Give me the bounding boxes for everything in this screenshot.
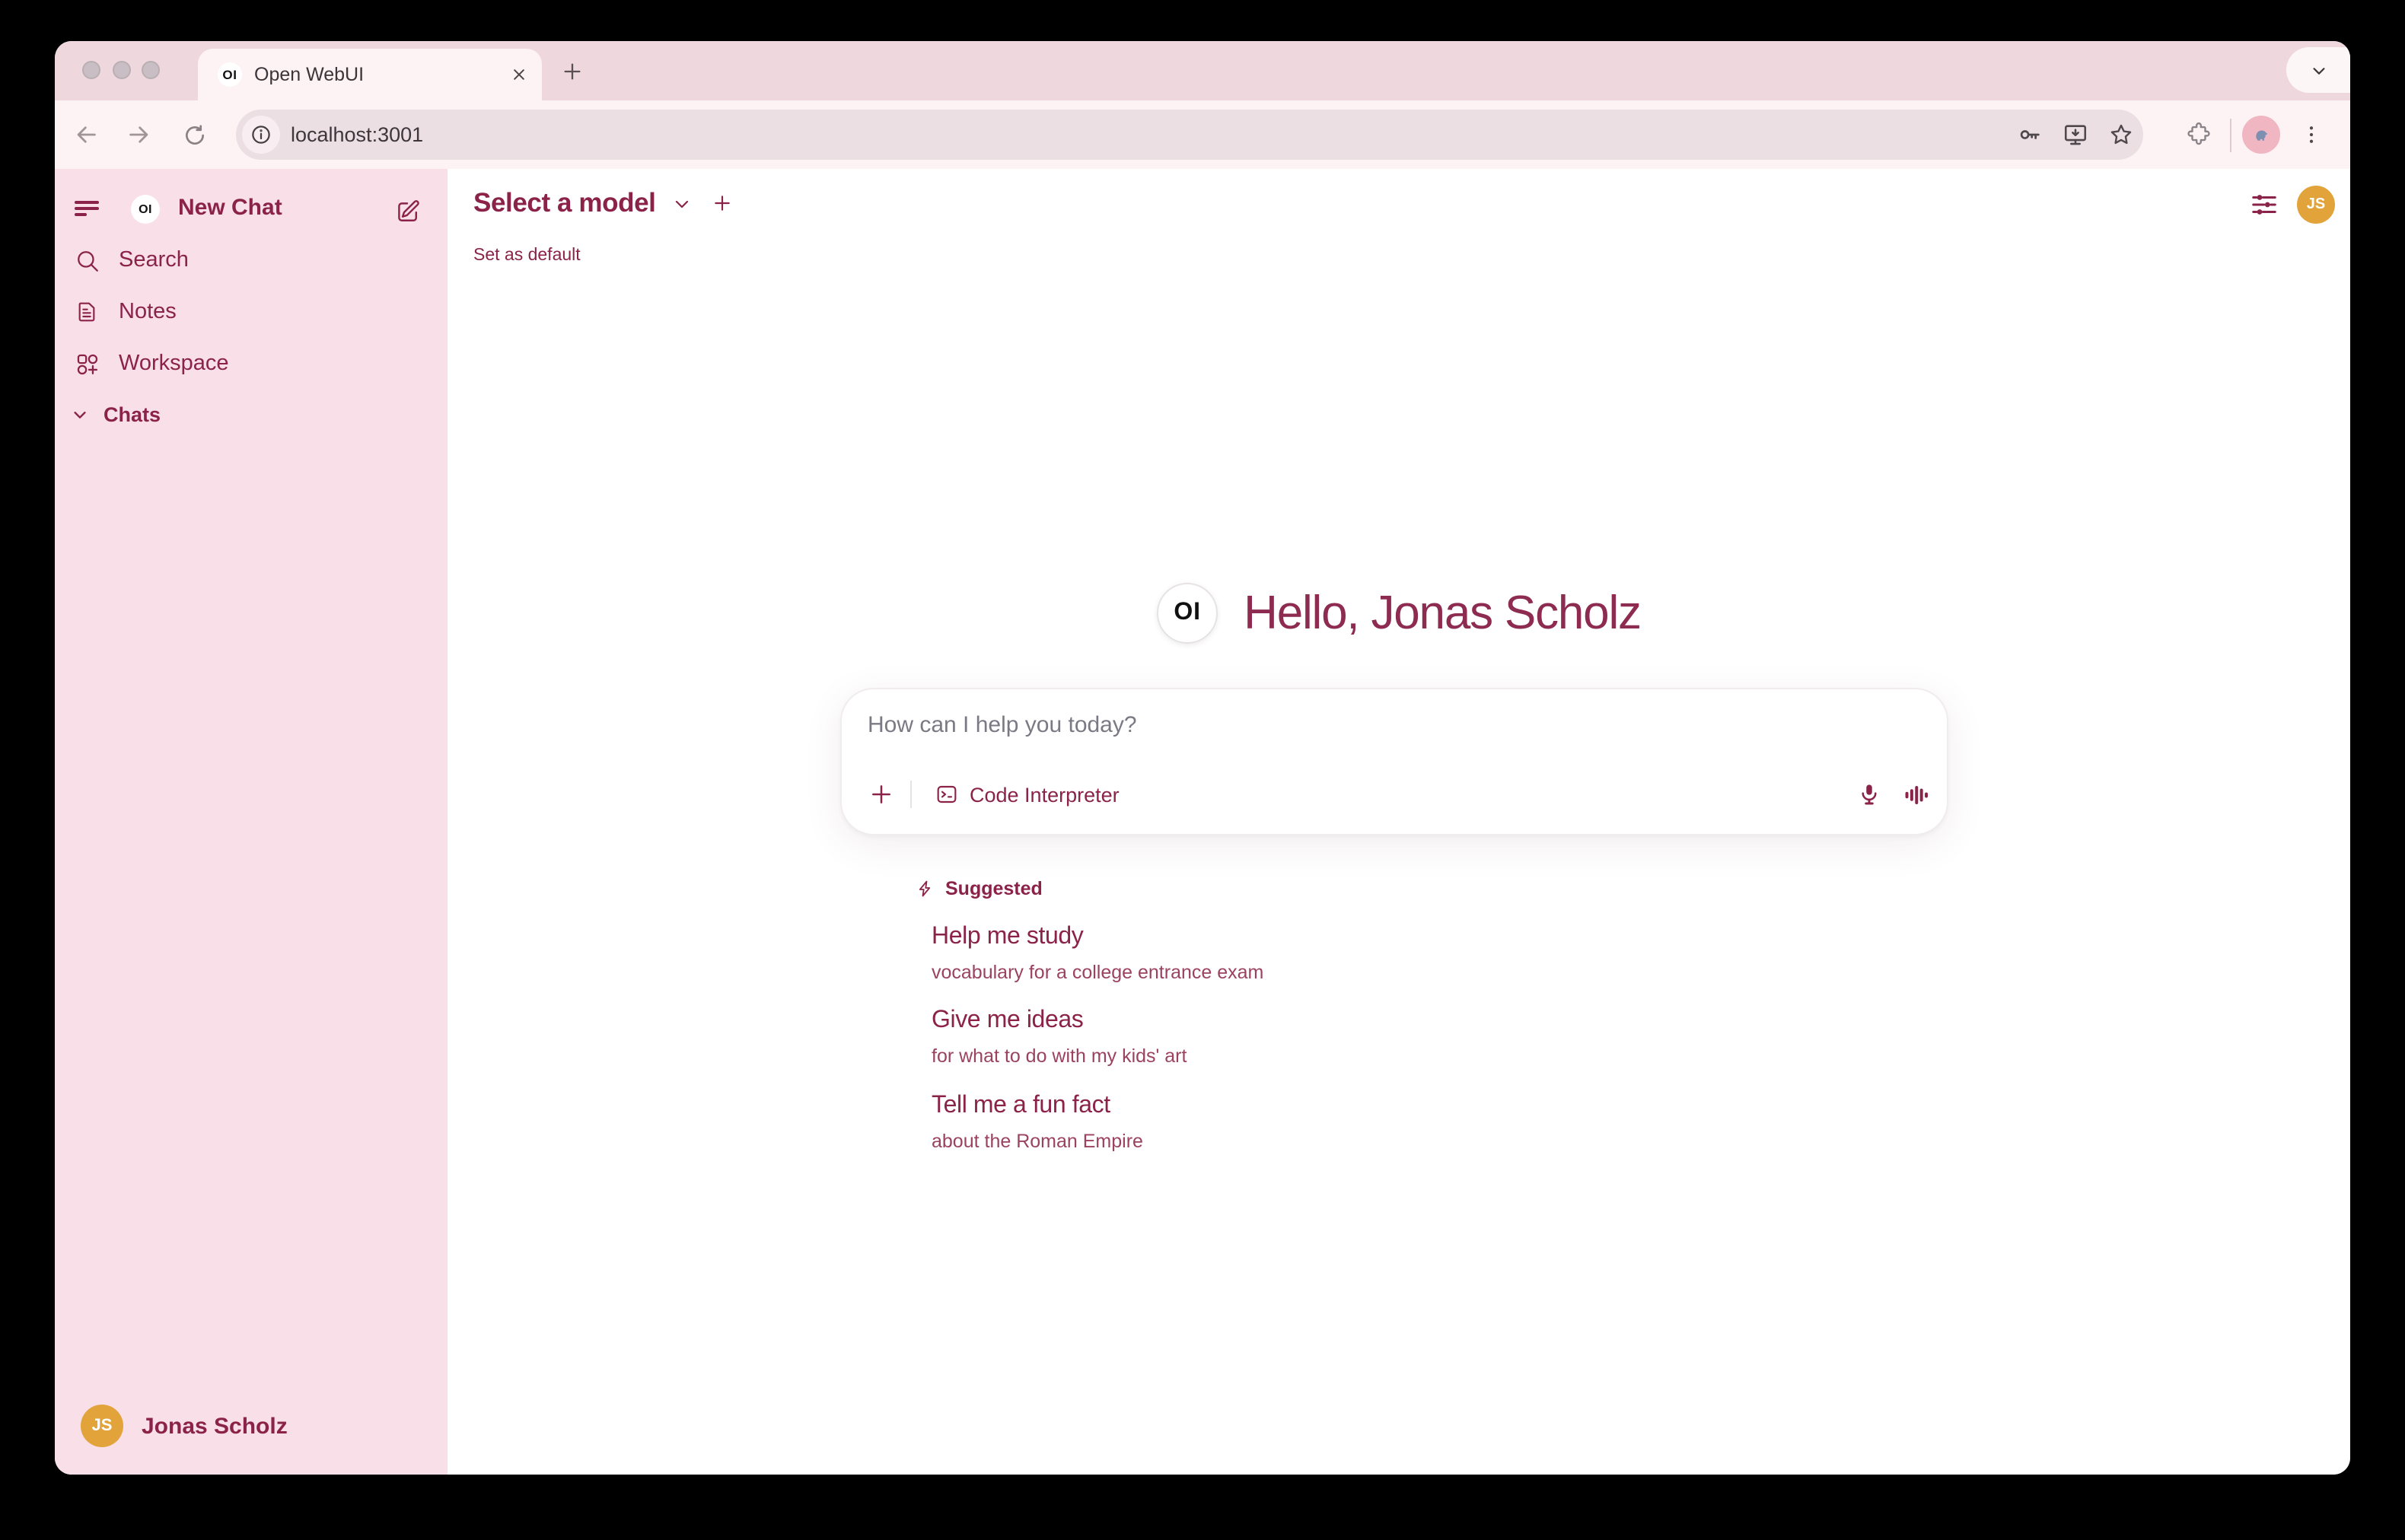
openwebui-logo: OI — [131, 194, 160, 223]
browser-tab-open-webui[interactable]: OI Open WebUI — [198, 49, 542, 100]
chat-composer: Code Interpreter — [840, 688, 1948, 835]
squares-plus-icon — [55, 351, 119, 377]
openwebui-logo-large: OI — [1157, 583, 1218, 644]
suggested-section: Suggested Help me study vocabulary for a… — [916, 875, 1043, 902]
code-interpreter-toggle[interactable]: Code Interpreter — [925, 773, 1129, 816]
tab-title: Open WebUI — [254, 64, 511, 85]
suggested-header: Suggested — [916, 875, 1043, 902]
greeting-text: Hello, Jonas Scholz — [1244, 586, 1641, 641]
user-avatar: JS — [81, 1405, 123, 1447]
browser-window: OI Open WebUI — [55, 41, 2350, 1475]
add-model-icon[interactable] — [712, 193, 732, 213]
page-content: OI New Chat Search Notes — [55, 169, 2350, 1475]
model-chevron-icon[interactable] — [673, 194, 691, 212]
attach-plus-icon[interactable] — [860, 773, 903, 816]
install-app-icon[interactable] — [2052, 112, 2098, 158]
suggested-prompt[interactable]: Help me study vocabulary for a college e… — [932, 921, 1784, 986]
back-icon[interactable] — [65, 114, 107, 155]
chat-input[interactable] — [868, 712, 1919, 738]
search-icon — [55, 247, 119, 273]
terminal-icon — [935, 782, 959, 807]
new-chat-pencil-icon[interactable] — [391, 193, 425, 227]
lightning-bolt-icon — [916, 880, 935, 898]
sidebar: OI New Chat Search Notes — [55, 169, 448, 1475]
tab-search-button[interactable] — [2286, 47, 2350, 93]
sidebar-item-workspace[interactable]: Workspace — [55, 338, 448, 390]
minimize-window-button[interactable] — [113, 61, 131, 79]
set-as-default-button[interactable]: Set as default — [473, 247, 581, 265]
greeting: OI Hello, Jonas Scholz — [448, 581, 2350, 645]
forward-icon[interactable] — [119, 114, 160, 155]
url-text: localhost:3001 — [291, 123, 2006, 146]
sidebar-section-chats[interactable]: Chats — [55, 388, 448, 440]
document-icon — [55, 300, 119, 324]
browser-profile-avatar[interactable] — [2242, 116, 2280, 154]
new-chat-label[interactable]: New Chat — [178, 183, 282, 234]
suggested-prompt[interactable]: Tell me a fun fact about the Roman Empir… — [932, 1090, 1784, 1155]
elephant-icon — [2250, 123, 2273, 146]
tab-close-icon[interactable] — [511, 67, 527, 82]
reload-icon[interactable] — [174, 114, 215, 155]
close-window-button[interactable] — [82, 61, 100, 79]
sidebar-item-notes[interactable]: Notes — [55, 286, 448, 338]
toolbar-separator — [2230, 118, 2231, 151]
chevron-down-icon — [55, 406, 104, 422]
extensions-puzzle-icon[interactable] — [2178, 114, 2219, 155]
model-selector[interactable]: Select a model — [473, 187, 656, 219]
sidebar-item-search[interactable]: Search — [55, 234, 448, 286]
password-key-icon[interactable] — [2006, 112, 2052, 158]
tab-strip: OI Open WebUI — [55, 41, 2350, 100]
microphone-icon[interactable] — [1857, 782, 1881, 807]
chat-main: Select a model Set as default JS — [448, 169, 2350, 1475]
zoom-window-button[interactable] — [142, 61, 160, 79]
suggested-prompt[interactable]: Give me ideas for what to do with my kid… — [932, 1004, 1784, 1070]
browser-menu-kebab-icon[interactable] — [2291, 114, 2332, 155]
browser-toolbar: localhost:3001 — [55, 100, 2350, 169]
user-name: Jonas Scholz — [142, 1413, 288, 1439]
openwebui-favicon: OI — [218, 62, 242, 87]
sidebar-toggle-icon[interactable] — [75, 183, 117, 234]
site-info-icon[interactable] — [242, 116, 280, 154]
composer-divider — [910, 781, 912, 808]
new-tab-button[interactable] — [553, 52, 592, 91]
header-user-avatar[interactable]: JS — [2297, 186, 2335, 224]
voice-waveform-icon[interactable] — [1903, 781, 1929, 807]
sidebar-user-menu[interactable]: JS Jonas Scholz — [55, 1400, 448, 1452]
bookmark-star-icon[interactable] — [2098, 112, 2143, 158]
controls-sliders-icon[interactable] — [2250, 190, 2279, 219]
url-bar[interactable]: localhost:3001 — [236, 110, 2143, 160]
